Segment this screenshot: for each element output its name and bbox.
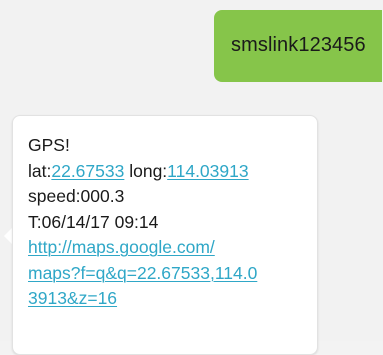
outgoing-message-text: smslink123456 [231,34,366,56]
maps-link-line-1: http://maps.google.com/ [28,235,307,261]
time-line: T:06/14/17 09:14 [28,211,159,232]
incoming-message-bubble[interactable]: GPS! lat:22.67533 long:114.03913 speed:0… [12,115,318,355]
outgoing-message-bubble[interactable]: smslink123456 [214,10,382,82]
maps-link-line-2: maps?f=q&q=22.67533,114.0 [28,261,307,287]
message-thread: smslink123456 GPS! lat:22.67533 long:114… [0,0,383,355]
maps-link-line-3: 3913&z=16 [28,286,307,312]
coordinates-line: lat:22.67533 long:114.03913 [28,159,307,185]
incoming-message-content: GPS! lat:22.67533 long:114.03913 speed:0… [28,133,307,312]
maps-url-link-part-2[interactable]: maps?f=q&q=22.67533,114.0 [28,263,257,283]
long-link[interactable]: 114.03913 [167,161,248,181]
speed-line: speed:000.3 [28,186,125,206]
gps-header: GPS! [28,135,70,155]
long-label: long: [124,160,168,181]
lat-link[interactable]: 22.67533 [51,161,124,181]
maps-url-link-part-3[interactable]: 3913&z=16 [28,288,117,308]
lat-label: lat: [28,160,52,181]
maps-url-link-part-1[interactable]: http://maps.google.com/ [28,237,215,257]
